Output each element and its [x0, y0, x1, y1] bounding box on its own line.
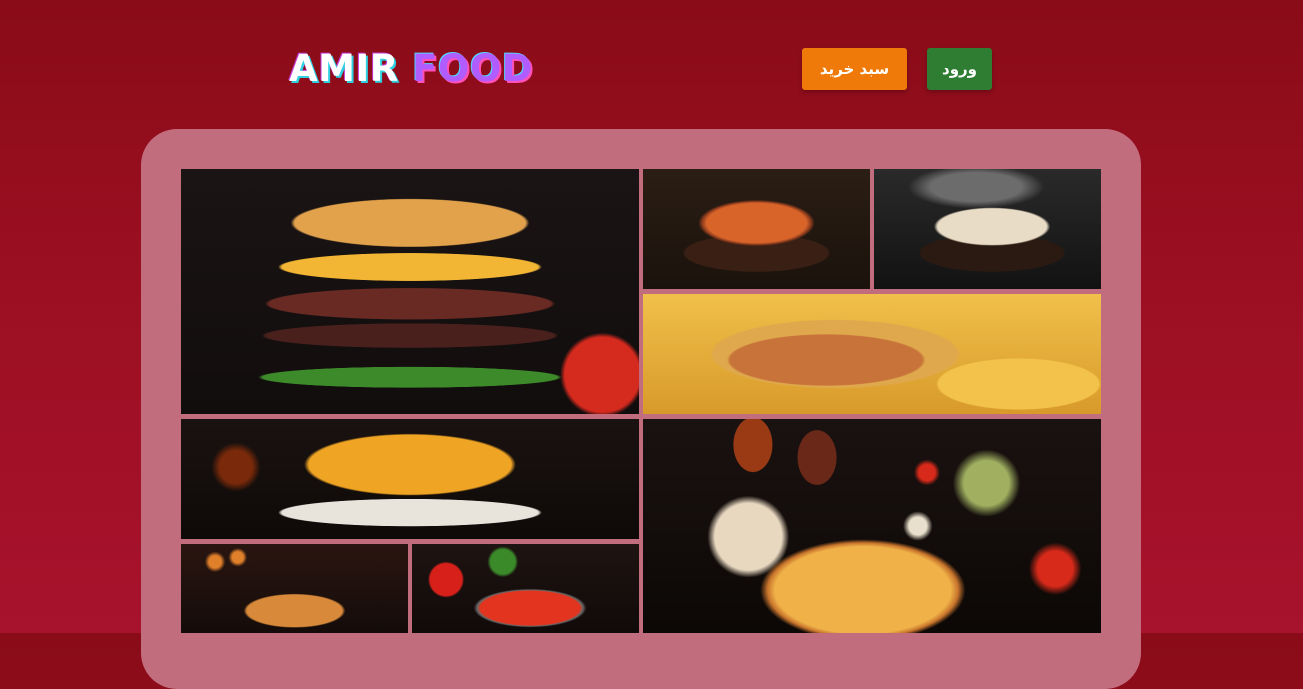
burger-image — [181, 169, 639, 414]
salad-image — [412, 544, 639, 633]
logo-word-food: FOOD — [412, 47, 534, 90]
pizza-image — [643, 419, 1101, 633]
dumpling-image — [874, 169, 1101, 289]
logo-word-amir: AMIR — [289, 47, 399, 90]
schnitzel-image — [181, 544, 408, 633]
curry-image — [643, 169, 870, 289]
cart-button[interactable]: سبد خرید — [802, 48, 907, 90]
mac-and-cheese-image — [181, 419, 639, 539]
login-button[interactable]: ورود — [927, 48, 992, 90]
hotdog-image — [643, 294, 1101, 414]
site-logo[interactable]: AMIR FOOD — [289, 48, 533, 90]
